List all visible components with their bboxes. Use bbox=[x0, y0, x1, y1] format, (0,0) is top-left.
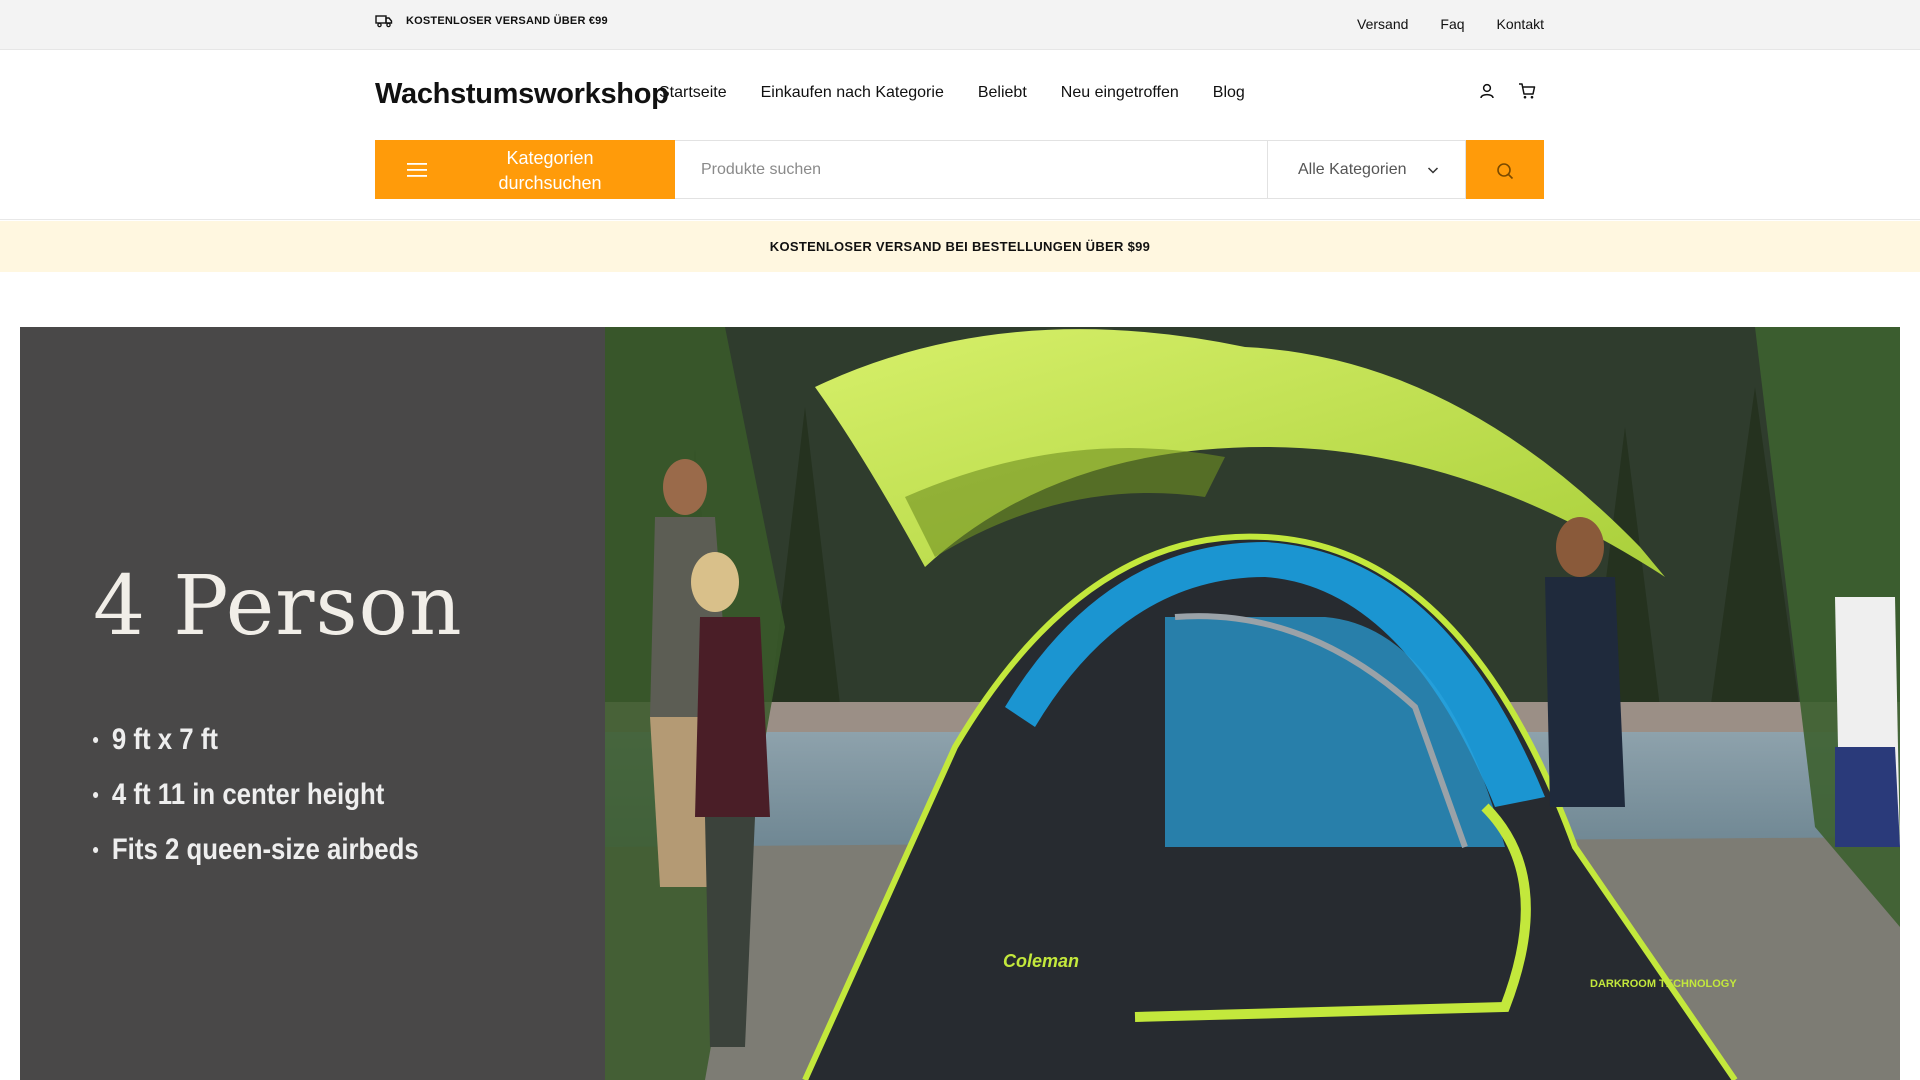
site-logo[interactable]: Wachstumsworkshop bbox=[375, 78, 669, 111]
truck-icon bbox=[375, 15, 393, 28]
tent-brand-logo: Coleman bbox=[1003, 951, 1079, 971]
hero-spec-height: 4 ft 11 in center height bbox=[111, 777, 385, 811]
hero-text-panel: 4 Person 9 ft x 7 ft 4 ft 11 in center h… bbox=[20, 327, 605, 1080]
category-select-value: Alle Kategorien bbox=[1298, 160, 1407, 178]
shipping-promo-text: KOSTENLOSER VERSAND ÜBER €99 bbox=[406, 15, 608, 27]
search-button[interactable] bbox=[1466, 140, 1544, 199]
hero-spec-item: 4 ft 11 in center height bbox=[93, 767, 419, 822]
user-icon[interactable] bbox=[1478, 82, 1496, 100]
shipping-promo: KOSTENLOSER VERSAND ÜBER €99 bbox=[375, 14, 608, 28]
hero-banner[interactable]: 4 Person 9 ft x 7 ft 4 ft 11 in center h… bbox=[20, 327, 1900, 1080]
browse-categories-button[interactable]: Kategorien durchsuchen bbox=[375, 140, 675, 199]
nav-neu-eingetroffen[interactable]: Neu eingetroffen bbox=[1061, 84, 1179, 102]
menu-icon bbox=[407, 163, 427, 177]
link-versand[interactable]: Versand bbox=[1357, 16, 1408, 32]
browse-categories-label: Kategorien durchsuchen bbox=[498, 148, 602, 193]
nav-blog[interactable]: Blog bbox=[1213, 84, 1245, 102]
hero-title: 4 Person bbox=[93, 559, 463, 654]
category-select[interactable]: Alle Kategorien bbox=[1267, 140, 1466, 199]
top-utility-bar: KOSTENLOSER VERSAND ÜBER €99 Versand Faq… bbox=[0, 0, 1920, 50]
tent-brand-sub: DARKROOM TECHNOLOGY bbox=[1590, 978, 1737, 990]
nav-startseite[interactable]: Startseite bbox=[659, 84, 727, 102]
shipping-notice-text: KOSTENLOSER VERSAND BEI BESTELLUNGEN ÜBE… bbox=[769, 239, 1151, 254]
cart-icon[interactable] bbox=[1518, 82, 1536, 100]
hero-spec-dimensions: 9 ft x 7 ft bbox=[111, 722, 219, 756]
hero-spec-item: Fits 2 queen-size airbeds bbox=[93, 822, 419, 877]
nav-einkaufen-nach-kategorie[interactable]: Einkaufen nach Kategorie bbox=[761, 84, 944, 102]
nav-beliebt[interactable]: Beliebt bbox=[978, 84, 1027, 102]
tent-photo: Coleman DARKROOM TECHNOLOGY bbox=[605, 327, 1900, 1080]
hero-spec-list: 9 ft x 7 ft 4 ft 11 in center height Fit… bbox=[93, 712, 472, 877]
link-kontakt[interactable]: Kontakt bbox=[1497, 16, 1544, 32]
main-nav: Startseite Einkaufen nach Kategorie Beli… bbox=[659, 84, 1245, 102]
search-icon bbox=[1497, 163, 1514, 180]
hero-spec-item: 9 ft x 7 ft bbox=[93, 712, 419, 767]
chevron-down-icon bbox=[1427, 167, 1439, 174]
shipping-notice-bar: KOSTENLOSER VERSAND BEI BESTELLUNGEN ÜBE… bbox=[0, 221, 1920, 272]
link-faq[interactable]: Faq bbox=[1440, 16, 1464, 32]
hero-spec-capacity: Fits 2 queen-size airbeds bbox=[111, 832, 419, 866]
search-input[interactable] bbox=[675, 140, 1268, 199]
main-header: Wachstumsworkshop Startseite Einkaufen n… bbox=[0, 50, 1920, 220]
